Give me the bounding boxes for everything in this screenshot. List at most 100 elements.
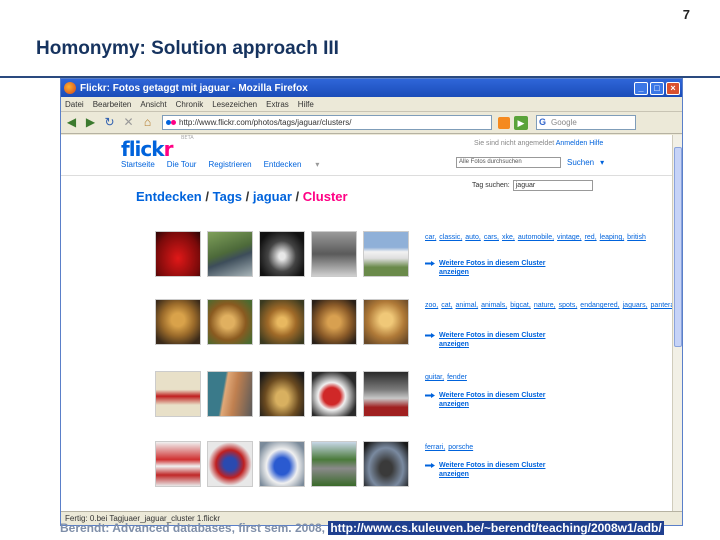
- web-search-input[interactable]: G Google: [536, 115, 636, 130]
- forward-arrow-icon[interactable]: ▶: [83, 115, 98, 130]
- photo-thumbnail[interactable]: [155, 441, 201, 487]
- breadcrumb-explore[interactable]: Entdecken: [136, 189, 202, 204]
- tag-link[interactable]: cars,: [484, 234, 499, 241]
- more-photos-link[interactable]: Weitere Fotos in diesem Cluster anzeigen: [425, 331, 605, 349]
- tag-link[interactable]: automobile,: [518, 234, 554, 241]
- photo-thumbnail[interactable]: [311, 371, 357, 417]
- tag-link[interactable]: red,: [585, 234, 597, 241]
- minimize-button[interactable]: _: [634, 81, 648, 95]
- photo-thumbnail[interactable]: [155, 231, 201, 277]
- menu-view[interactable]: Ansicht: [140, 100, 166, 109]
- photo-thumbnail[interactable]: [259, 231, 305, 277]
- signin-link[interactable]: Anmelden: [556, 140, 588, 147]
- nav-explore[interactable]: Entdecken ▾: [264, 160, 332, 169]
- photo-search-button[interactable]: Suchen: [567, 158, 594, 167]
- photo-thumbnail[interactable]: [363, 299, 409, 345]
- more-photos-line1: Weitere Fotos in diesem Cluster: [439, 392, 546, 399]
- reload-icon[interactable]: ↻: [102, 115, 117, 130]
- tag-link[interactable]: ferrari,: [425, 444, 445, 451]
- photo-thumbnail[interactable]: [259, 371, 305, 417]
- photo-thumbnail[interactable]: [207, 371, 253, 417]
- tag-search-input[interactable]: jaguar: [512, 180, 593, 191]
- more-photos-link[interactable]: Weitere Fotos in diesem Cluster anzeigen: [425, 259, 605, 277]
- photo-thumbnail[interactable]: [363, 371, 409, 417]
- more-photos-link[interactable]: Weitere Fotos in diesem Cluster anzeigen: [425, 461, 605, 479]
- photo-thumbnail[interactable]: [311, 299, 357, 345]
- tag-search-label: Tag suchen:: [472, 182, 510, 189]
- photo-thumbnail[interactable]: [155, 299, 201, 345]
- chevron-down-icon: ▾: [315, 160, 320, 169]
- menu-edit[interactable]: Bearbeiten: [93, 100, 132, 109]
- more-photos-line1: Weitere Fotos in diesem Cluster: [439, 462, 546, 469]
- window-titlebar: Flickr: Fotos getaggt mit jaguar - Mozil…: [61, 79, 682, 97]
- photo-thumbnail[interactable]: [259, 441, 305, 487]
- tag-link[interactable]: british: [627, 234, 646, 241]
- breadcrumb-cluster: Cluster: [302, 189, 348, 204]
- flickr-logo-part1: flick: [121, 137, 165, 161]
- photo-thumbnail[interactable]: [363, 441, 409, 487]
- tag-link[interactable]: xke,: [502, 234, 515, 241]
- flickr-nav: Startseite Die Tour Registrieren Entdecken ▾: [121, 160, 343, 169]
- tag-link[interactable]: animals,: [481, 302, 507, 309]
- photo-thumbnail[interactable]: [363, 231, 409, 277]
- breadcrumb: Entdecken / Tags / jaguar / Cluster: [136, 189, 348, 204]
- tag-link[interactable]: vintage,: [557, 234, 582, 241]
- photo-search-input[interactable]: Alle Fotos durchsuchen: [456, 157, 561, 168]
- menu-bookmarks[interactable]: Lesezeichen: [212, 100, 257, 109]
- tag-link[interactable]: classic,: [439, 234, 462, 241]
- signin-status: Sie sind nicht angemeldet Anmelden Hilfe: [474, 140, 603, 147]
- breadcrumb-tags[interactable]: Tags: [213, 189, 242, 204]
- footer-url-link[interactable]: http://www.cs.kuleuven.be/~berendt/teach…: [328, 521, 664, 535]
- maximize-button[interactable]: □: [650, 81, 664, 95]
- tag-link[interactable]: nature,: [534, 302, 556, 309]
- photo-thumbnail[interactable]: [311, 441, 357, 487]
- tag-link[interactable]: endangered,: [580, 302, 619, 309]
- photo-thumbnail[interactable]: [155, 371, 201, 417]
- scrollbar-thumb[interactable]: [674, 147, 682, 347]
- menu-history[interactable]: Chronik: [176, 100, 204, 109]
- flickr-logo[interactable]: flickr BETA: [121, 135, 194, 161]
- rss-feed-icon[interactable]: [498, 116, 510, 129]
- beta-label: BETA: [181, 135, 194, 141]
- nav-tour[interactable]: Die Tour: [167, 160, 197, 169]
- photo-thumbnail[interactable]: [311, 231, 357, 277]
- nav-home[interactable]: Startseite: [121, 160, 155, 169]
- tag-link[interactable]: zoo,: [425, 302, 438, 309]
- tag-link[interactable]: auto,: [465, 234, 481, 241]
- menu-tools[interactable]: Extras: [266, 100, 289, 109]
- tag-link[interactable]: animal,: [456, 302, 479, 309]
- tag-link[interactable]: pantera: [651, 302, 672, 309]
- back-arrow-icon[interactable]: ◀: [64, 115, 79, 130]
- home-icon[interactable]: ⌂: [140, 115, 155, 130]
- tag-link[interactable]: cat,: [441, 302, 452, 309]
- tag-link[interactable]: fender: [447, 374, 467, 381]
- tag-link[interactable]: porsche: [448, 444, 473, 451]
- breadcrumb-jaguar[interactable]: jaguar: [253, 189, 292, 204]
- slide-title: Homonymy: Solution approach III: [36, 38, 339, 59]
- vertical-scrollbar[interactable]: [672, 135, 682, 511]
- tag-link[interactable]: bigcat,: [510, 302, 531, 309]
- cluster-tags: ferrari, porsche: [425, 443, 600, 452]
- address-bar[interactable]: http://www.flickr.com/photos/tags/jaguar…: [162, 115, 492, 130]
- nav-register[interactable]: Registrieren: [208, 160, 251, 169]
- go-button[interactable]: ▶: [514, 115, 528, 130]
- menu-help[interactable]: Hilfe: [298, 100, 314, 109]
- more-photos-link[interactable]: Weitere Fotos in diesem Cluster anzeigen: [425, 391, 605, 409]
- search-options-chevron-icon[interactable]: ▾: [600, 158, 604, 167]
- tag-link[interactable]: leaping,: [600, 234, 625, 241]
- arrow-right-icon: [425, 393, 435, 398]
- tag-link[interactable]: jaguars,: [623, 302, 648, 309]
- photo-thumbnail[interactable]: [207, 299, 253, 345]
- tag-link[interactable]: guitar,: [425, 374, 444, 381]
- tag-link[interactable]: car,: [425, 234, 436, 241]
- tag-link[interactable]: spots,: [559, 302, 578, 309]
- photo-thumbnail[interactable]: [207, 441, 253, 487]
- stop-icon[interactable]: ✕: [121, 115, 136, 130]
- close-button[interactable]: ×: [666, 81, 680, 95]
- photo-thumbnail[interactable]: [259, 299, 305, 345]
- cluster-tags: guitar, fender: [425, 373, 600, 382]
- signin-text: Sie sind nicht angemeldet: [474, 140, 555, 147]
- help-link[interactable]: Hilfe: [589, 140, 603, 147]
- menu-file[interactable]: Datei: [65, 100, 84, 109]
- photo-thumbnail[interactable]: [207, 231, 253, 277]
